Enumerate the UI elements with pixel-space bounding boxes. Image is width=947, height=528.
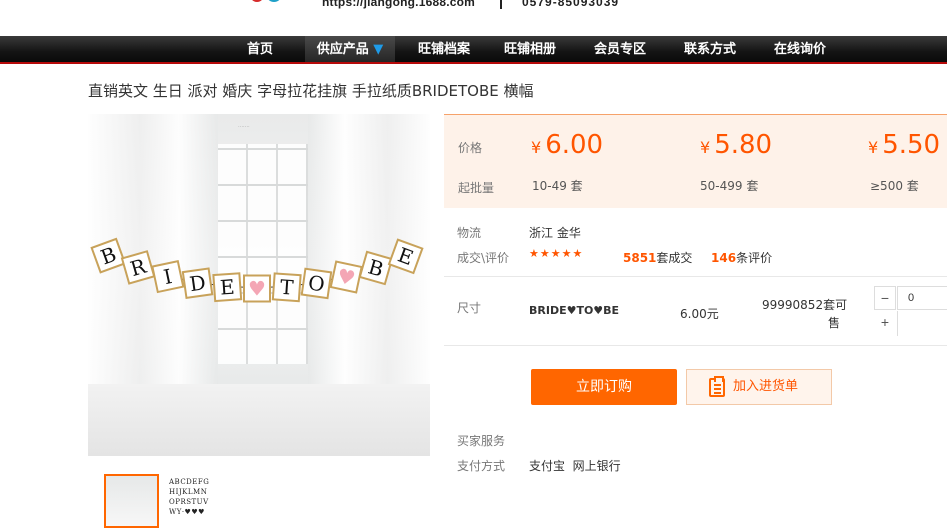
banner-flag: O — [300, 267, 333, 300]
spec-name: BRIDE♥TO♥BE — [529, 304, 620, 317]
watermark: ······· — [238, 124, 250, 130]
reviews-suffix: 条评价 — [736, 251, 773, 265]
nav-item-label: 会员专区 — [593, 42, 646, 57]
banner-flag: ♥ — [329, 260, 363, 294]
svg-text:T: T — [279, 275, 295, 300]
banner-flag: B — [358, 250, 394, 286]
deals-count: 5851 — [623, 251, 657, 265]
alphabet-preview: ABCDEFG HIJKLMN OPRSTUV WY·♥♥♥ — [167, 475, 220, 517]
decrement-button[interactable]: − — [874, 286, 896, 310]
price-value: 6.00 — [545, 130, 604, 160]
svg-text:D: D — [188, 270, 207, 296]
nav-item-label: 首页 — [246, 42, 273, 57]
currency-symbol: ¥ — [531, 138, 542, 157]
alphabet-row: OPRSTUV — [169, 498, 209, 506]
product-main-image[interactable]: B R I D E ♥ T O ♥ B E ······· — [88, 114, 430, 456]
stepper-divider — [897, 311, 947, 336]
svg-text:E: E — [219, 275, 235, 300]
section-divider — [444, 276, 947, 277]
main-nav: 首页 供应产品 ▼ 旺铺档案 旺铺相册 会员专区 联系方式 在线询价 — [0, 36, 947, 64]
spec-price: 6.00元 — [680, 307, 719, 321]
alphabet-row: WY·♥♥♥ — [169, 508, 205, 516]
price-tier-3: ¥5.50 — [868, 130, 940, 160]
stock-line: 99990852套可 — [762, 298, 848, 312]
quantity-stepper: − 0 + — [874, 286, 947, 336]
nav-item-label: 联系方式 — [683, 42, 736, 57]
nav-item-label: 在线询价 — [773, 42, 826, 57]
clipboard-icon — [709, 376, 725, 397]
banner-flag: T — [271, 272, 302, 303]
section-divider — [444, 345, 947, 346]
product-title: 直销英文 生日 派对 婚庆 字母拉花挂旗 手拉纸质BRIDETOBE 横幅 — [88, 82, 534, 100]
price-value: 5.50 — [882, 130, 941, 160]
nav-item-members[interactable]: 会员专区 — [581, 36, 659, 62]
alphabet-row: HIJKLMN — [169, 488, 208, 496]
price-value: 5.80 — [714, 130, 773, 160]
rating-stars-icon: ★★★★★ — [529, 248, 584, 260]
payment-label: 支付方式 — [457, 459, 506, 473]
stock-line: 售 — [828, 316, 841, 330]
order-now-button[interactable]: 立即订购 — [531, 369, 677, 405]
reviews-count: 146 — [711, 251, 737, 265]
logistics-value: 浙江 金华 — [529, 226, 581, 240]
nav-item-profile[interactable]: 旺铺档案 — [404, 36, 484, 62]
banner-flag: ♥ — [243, 274, 271, 303]
deals-suffix: 套成交 — [656, 251, 693, 265]
site-header: https://jiangong.1688.com 0579-85093039 — [0, 0, 947, 36]
banner-flag: D — [181, 267, 214, 299]
banner-flag: R — [120, 250, 156, 285]
nav-item-label: 供应产品 — [316, 42, 369, 57]
qty-tier-2: 50-499 套 — [700, 179, 759, 193]
shop-url-text[interactable]: https://jiangong.1688.com — [322, 0, 475, 9]
reviews-label: 成交\评价 — [457, 251, 510, 265]
header-divider — [500, 0, 502, 9]
thumbnail-2[interactable]: ABCDEFG HIJKLMN OPRSTUV WY·♥♥♥ — [166, 474, 221, 528]
buyer-services-label: 买家服务 — [457, 434, 506, 448]
price-tier-2: ¥5.80 — [700, 130, 772, 160]
chevron-down-icon: ▼ — [373, 42, 384, 57]
currency-symbol: ¥ — [868, 138, 879, 157]
svg-text:O: O — [307, 270, 327, 296]
banner-flag: I — [151, 259, 185, 294]
qty-tier-1: 10-49 套 — [532, 179, 583, 193]
reviews-summary[interactable]: 146条评价 — [711, 249, 772, 266]
nav-item-home[interactable]: 首页 — [232, 36, 288, 62]
bride-to-be-banner: B R I D E ♥ T O ♥ B E — [90, 237, 424, 303]
increment-button[interactable]: + — [874, 311, 896, 335]
price-tier-1: ¥6.00 — [531, 130, 603, 160]
svg-text:♥: ♥ — [248, 277, 266, 301]
price-label: 价格 — [458, 141, 483, 155]
nav-item-album[interactable]: 旺铺相册 — [492, 36, 568, 62]
nav-item-products[interactable]: 供应产品 ▼ — [305, 36, 395, 62]
nav-item-label: 旺铺相册 — [503, 42, 556, 57]
thumbnail-1[interactable] — [104, 474, 159, 528]
price-panel: 价格 起批量 ¥6.00 ¥5.80 ¥5.50 10-49 套 50-499 … — [444, 114, 947, 208]
payment-methods: 支付宝 网上银行 — [529, 459, 621, 473]
banner-flag: B — [90, 237, 127, 274]
logistics-label: 物流 — [457, 226, 482, 240]
banner-flag: E — [212, 272, 243, 303]
shop-phone-text: 0579-85093039 — [522, 0, 620, 9]
deals-summary[interactable]: 5851套成交 — [623, 249, 692, 266]
qty-label: 起批量 — [458, 181, 495, 195]
nav-item-label: 旺铺档案 — [417, 42, 470, 57]
nav-item-contact[interactable]: 联系方式 — [671, 36, 749, 62]
qty-tier-3: ≥500 套 — [870, 179, 919, 193]
shop-logo-icon[interactable] — [238, 0, 298, 6]
currency-symbol: ¥ — [700, 138, 711, 157]
alphabet-row: ABCDEFG — [169, 478, 210, 486]
add-to-cart-label: 加入进货单 — [733, 379, 799, 394]
spec-label: 尺寸 — [457, 301, 482, 315]
banner-flag: E — [387, 238, 424, 275]
quantity-input[interactable]: 0 — [897, 286, 947, 310]
nav-item-inquiry[interactable]: 在线询价 — [761, 36, 839, 62]
add-to-cart-button[interactable]: 加入进货单 — [686, 369, 832, 405]
spec-stock: 99990852套可 售 — [762, 296, 852, 332]
